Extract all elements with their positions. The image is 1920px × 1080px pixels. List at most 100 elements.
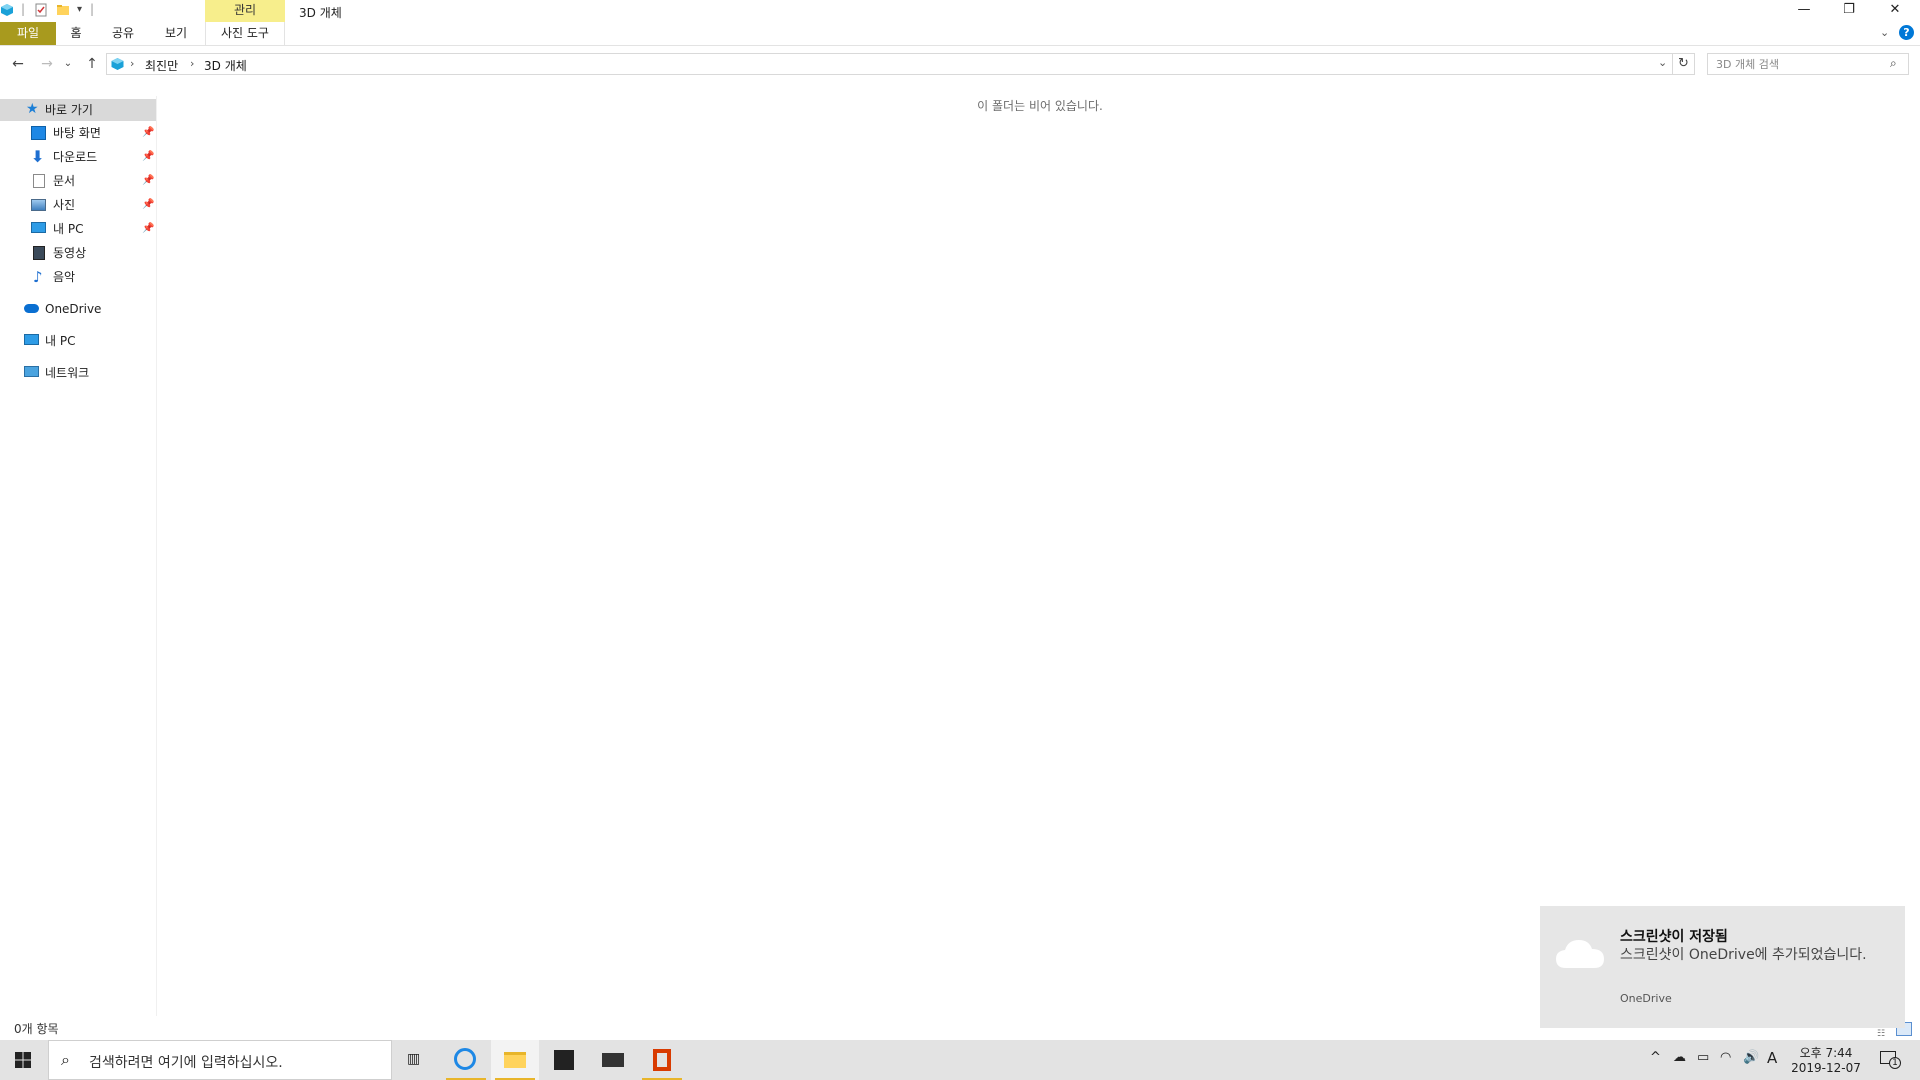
nav-item-videos[interactable]: 동영상 — [0, 242, 156, 264]
navigation-pane: ★ 바로 가기 바탕 화면 📌 ⬇ 다운로드 📌 문서 📌 사진 📌 내 PC … — [0, 96, 157, 1016]
refresh-button[interactable]: ↻ — [1673, 53, 1695, 75]
file-explorer-icon — [504, 1052, 526, 1068]
clock-time[interactable]: 오후 7:44 — [1796, 1044, 1856, 1061]
nav-item-desktop[interactable]: 바탕 화면 📌 — [0, 122, 156, 144]
up-button[interactable]: ↑ — [82, 54, 102, 74]
address-row: ← → ⌄ ↑ › 최진만 › 3D 개체 ⌄ ↻ ⌕ — [0, 50, 1920, 78]
status-item-count: 0개 항목 — [14, 1022, 59, 1036]
taskbar: ⌕ 검색하려면 여기에 입력하십시오. ▥ ^ ☁ ▭ ◠ 🔊 A 오후 7:4… — [0, 1040, 1920, 1080]
qat-separator: | — [21, 2, 26, 16]
nav-label: 사진 — [53, 198, 76, 212]
nav-network[interactable]: 네트워크 — [0, 362, 156, 384]
ribbon-tabs: 파일 홈 공유 보기 사진 도구 ⌄ ? — [0, 22, 1920, 46]
qat-separator: | — [90, 2, 95, 16]
details-view-icon[interactable]: ☷ — [1877, 1029, 1885, 1039]
search-icon: ⌕ — [61, 1050, 70, 1069]
nav-label: 바탕 화면 — [53, 126, 101, 140]
store-icon — [554, 1050, 574, 1070]
qat-customize-icon[interactable]: ▾ — [77, 4, 82, 15]
nav-label: 내 PC — [45, 334, 76, 348]
pin-icon[interactable]: 📌 — [142, 218, 154, 240]
search-box[interactable]: ⌕ — [1707, 53, 1909, 75]
nav-label: 동영상 — [53, 246, 87, 260]
notification-count: 1 — [1889, 1057, 1901, 1069]
pin-icon[interactable]: 📌 — [142, 122, 154, 144]
new-folder-icon[interactable] — [56, 3, 70, 17]
breadcrumb-3d-objects[interactable]: 3D 개체 — [204, 57, 247, 74]
network-icon — [24, 366, 39, 377]
taskbar-file-explorer[interactable] — [491, 1040, 539, 1080]
nav-label: 다운로드 — [53, 150, 98, 164]
toast-title: 스크린샷이 저장됨 — [1620, 929, 1728, 945]
windows-start-icon[interactable] — [15, 1052, 31, 1068]
clock-date[interactable]: 2019-12-07 — [1790, 1061, 1862, 1075]
toast-source: OneDrive — [1620, 992, 1672, 1005]
address-bar[interactable]: › 최진만 › 3D 개체 ⌄ — [106, 53, 1673, 75]
breadcrumb-separator: › — [130, 57, 135, 70]
nav-label: 네트워크 — [45, 366, 90, 380]
ribbon-expand-icon[interactable]: ⌄ — [1880, 26, 1889, 39]
nav-label: 내 PC — [53, 222, 84, 236]
tab-home[interactable]: 홈 — [62, 22, 90, 45]
taskbar-office[interactable] — [638, 1040, 686, 1080]
tab-picture-tools[interactable]: 사진 도구 — [205, 22, 285, 45]
back-button[interactable]: ← — [8, 54, 28, 74]
toast-notification[interactable]: 스크린샷이 저장됨 스크린샷이 OneDrive에 추가되었습니다. OneDr… — [1540, 906, 1905, 1028]
toast-body: 스크린샷이 OneDrive에 추가되었습니다. — [1620, 947, 1867, 963]
action-center-button[interactable]: 1 — [1880, 1050, 1901, 1069]
help-icon[interactable]: ? — [1899, 25, 1914, 40]
minimize-button[interactable]: — — [1781, 0, 1827, 22]
window-title: 3D 개체 — [299, 6, 342, 20]
pin-icon[interactable]: 📌 — [142, 170, 154, 192]
documents-icon — [33, 174, 45, 188]
properties-icon[interactable] — [34, 3, 48, 17]
pin-icon[interactable]: 📌 — [142, 194, 154, 216]
3d-objects-icon — [1, 4, 13, 16]
cloud-icon — [1556, 940, 1604, 968]
file-list-area[interactable] — [160, 80, 1920, 1015]
pictures-icon — [31, 199, 46, 211]
taskbar-search-text: 검색하려면 여기에 입력하십시오. — [89, 1055, 283, 1071]
volume-icon[interactable]: 🔊 — [1743, 1050, 1759, 1065]
empty-folder-message: 이 폴더는 비어 있습니다. — [977, 99, 1103, 113]
nav-item-music[interactable]: ♪ 음악 — [0, 266, 156, 288]
ime-indicator[interactable]: A — [1767, 1049, 1777, 1067]
desktop-icon — [31, 126, 46, 140]
search-input[interactable] — [1716, 54, 1886, 74]
nav-item-downloads[interactable]: ⬇ 다운로드 📌 — [0, 146, 156, 168]
address-dropdown-icon[interactable]: ⌄ — [1658, 56, 1667, 69]
forward-button[interactable]: → — [37, 54, 57, 74]
pc-icon — [31, 222, 46, 233]
show-hidden-icons-icon[interactable]: ^ — [1650, 1050, 1661, 1065]
nav-item-documents[interactable]: 문서 📌 — [0, 170, 156, 192]
office-icon — [653, 1049, 671, 1071]
tab-share[interactable]: 공유 — [108, 22, 138, 45]
restore-button[interactable]: ❐ — [1826, 0, 1872, 22]
videos-icon — [33, 246, 45, 260]
pin-icon[interactable]: 📌 — [142, 146, 154, 168]
taskbar-store[interactable] — [540, 1040, 588, 1080]
close-button[interactable]: ✕ — [1872, 0, 1918, 22]
nav-label: 문서 — [53, 174, 76, 188]
task-view-button[interactable]: ▥ — [392, 1040, 440, 1080]
nav-onedrive[interactable]: OneDrive — [0, 298, 156, 320]
tab-view[interactable]: 보기 — [161, 22, 191, 45]
onedrive-tray-icon[interactable]: ☁ — [1673, 1050, 1686, 1065]
taskbar-search-box[interactable]: ⌕ 검색하려면 여기에 입력하십시오. — [48, 1040, 392, 1080]
search-icon[interactable]: ⌕ — [1890, 56, 1897, 71]
pc-icon — [24, 334, 39, 345]
taskbar-mail[interactable] — [589, 1040, 637, 1080]
battery-icon[interactable]: ▭ — [1697, 1050, 1709, 1065]
breadcrumb-separator: › — [190, 57, 195, 70]
download-icon: ⬇ — [31, 147, 45, 166]
nav-this-pc[interactable]: 내 PC — [0, 330, 156, 352]
task-view-icon: ▥ — [407, 1051, 421, 1067]
wifi-icon[interactable]: ◠ — [1720, 1050, 1731, 1065]
breadcrumb-user[interactable]: 최진만 — [145, 57, 178, 74]
nav-item-pictures[interactable]: 사진 📌 — [0, 194, 156, 216]
recent-locations-icon[interactable]: ⌄ — [62, 54, 74, 74]
taskbar-ie[interactable] — [442, 1040, 490, 1080]
tab-file[interactable]: 파일 — [0, 22, 56, 45]
cloud-icon — [24, 304, 39, 313]
nav-item-this-pc-pinned[interactable]: 내 PC 📌 — [0, 218, 156, 240]
